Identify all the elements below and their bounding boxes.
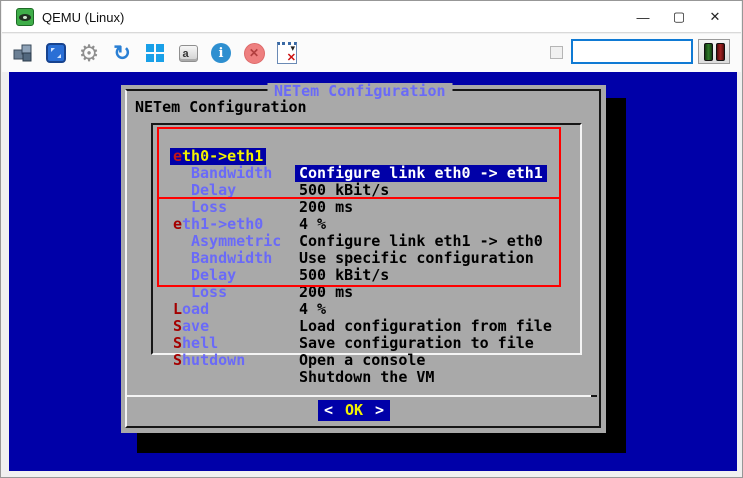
menu-item-shutdown[interactable]: Shutdown Shutdown the VM [153, 335, 580, 386]
refresh-icon[interactable]: ↻ [109, 40, 135, 66]
ok-label: OK [344, 401, 364, 419]
ok-left-arrow: < [324, 401, 334, 419]
maximize-button[interactable]: ▢ [661, 1, 697, 33]
title-bar: QEMU (Linux) — ▢ ✕ [2, 1, 741, 33]
dialog-box-title: NETem Configuration [266, 83, 453, 99]
grip-square [550, 46, 563, 59]
ok-right-arrow: > [374, 401, 384, 419]
dialog-heading: NETem Configuration [135, 98, 307, 116]
menu-item-shell[interactable]: Shell Open a console [153, 318, 580, 369]
menu-item-save[interactable]: Save Save configuration to file [153, 301, 580, 352]
annotation-box-eth0-eth1 [157, 127, 561, 199]
red-led [715, 42, 725, 61]
fullscreen-icon[interactable] [43, 40, 69, 66]
keycap-a-icon[interactable]: a [175, 40, 201, 66]
info-icon[interactable]: i [208, 40, 234, 66]
minimize-button[interactable]: — [625, 1, 661, 33]
windows-logo-icon[interactable] [142, 40, 168, 66]
command-input[interactable] [571, 39, 693, 64]
window-title: QEMU (Linux) [42, 10, 125, 25]
button-separator [127, 395, 597, 397]
settings-gear-icon[interactable]: ⚙ [76, 40, 102, 66]
red-x-badge: ✕ [286, 52, 296, 64]
logo-pupil [23, 16, 27, 19]
qemu-logo-icon [16, 8, 34, 26]
close-button[interactable]: ✕ [697, 1, 733, 33]
shutdown-vm-icon[interactable]: ▾ ✕ [274, 40, 300, 66]
qemu-window: QEMU (Linux) — ▢ ✕ ⚙ ↻ a i ✕ ▾ ✕ NETem C… [0, 0, 743, 478]
led-indicator-icon[interactable] [698, 39, 730, 64]
toolbar: ⚙ ↻ a i ✕ ▾ ✕ [2, 34, 741, 72]
quit-icon[interactable]: ✕ [241, 40, 267, 66]
vm-screen: NETem Configuration NETem Configuration … [9, 72, 737, 471]
ok-button[interactable]: < OK > [318, 400, 390, 421]
annotation-box-eth1-eth0 [157, 197, 561, 287]
green-led [703, 42, 713, 61]
vm-cubes-icon[interactable] [10, 40, 36, 66]
